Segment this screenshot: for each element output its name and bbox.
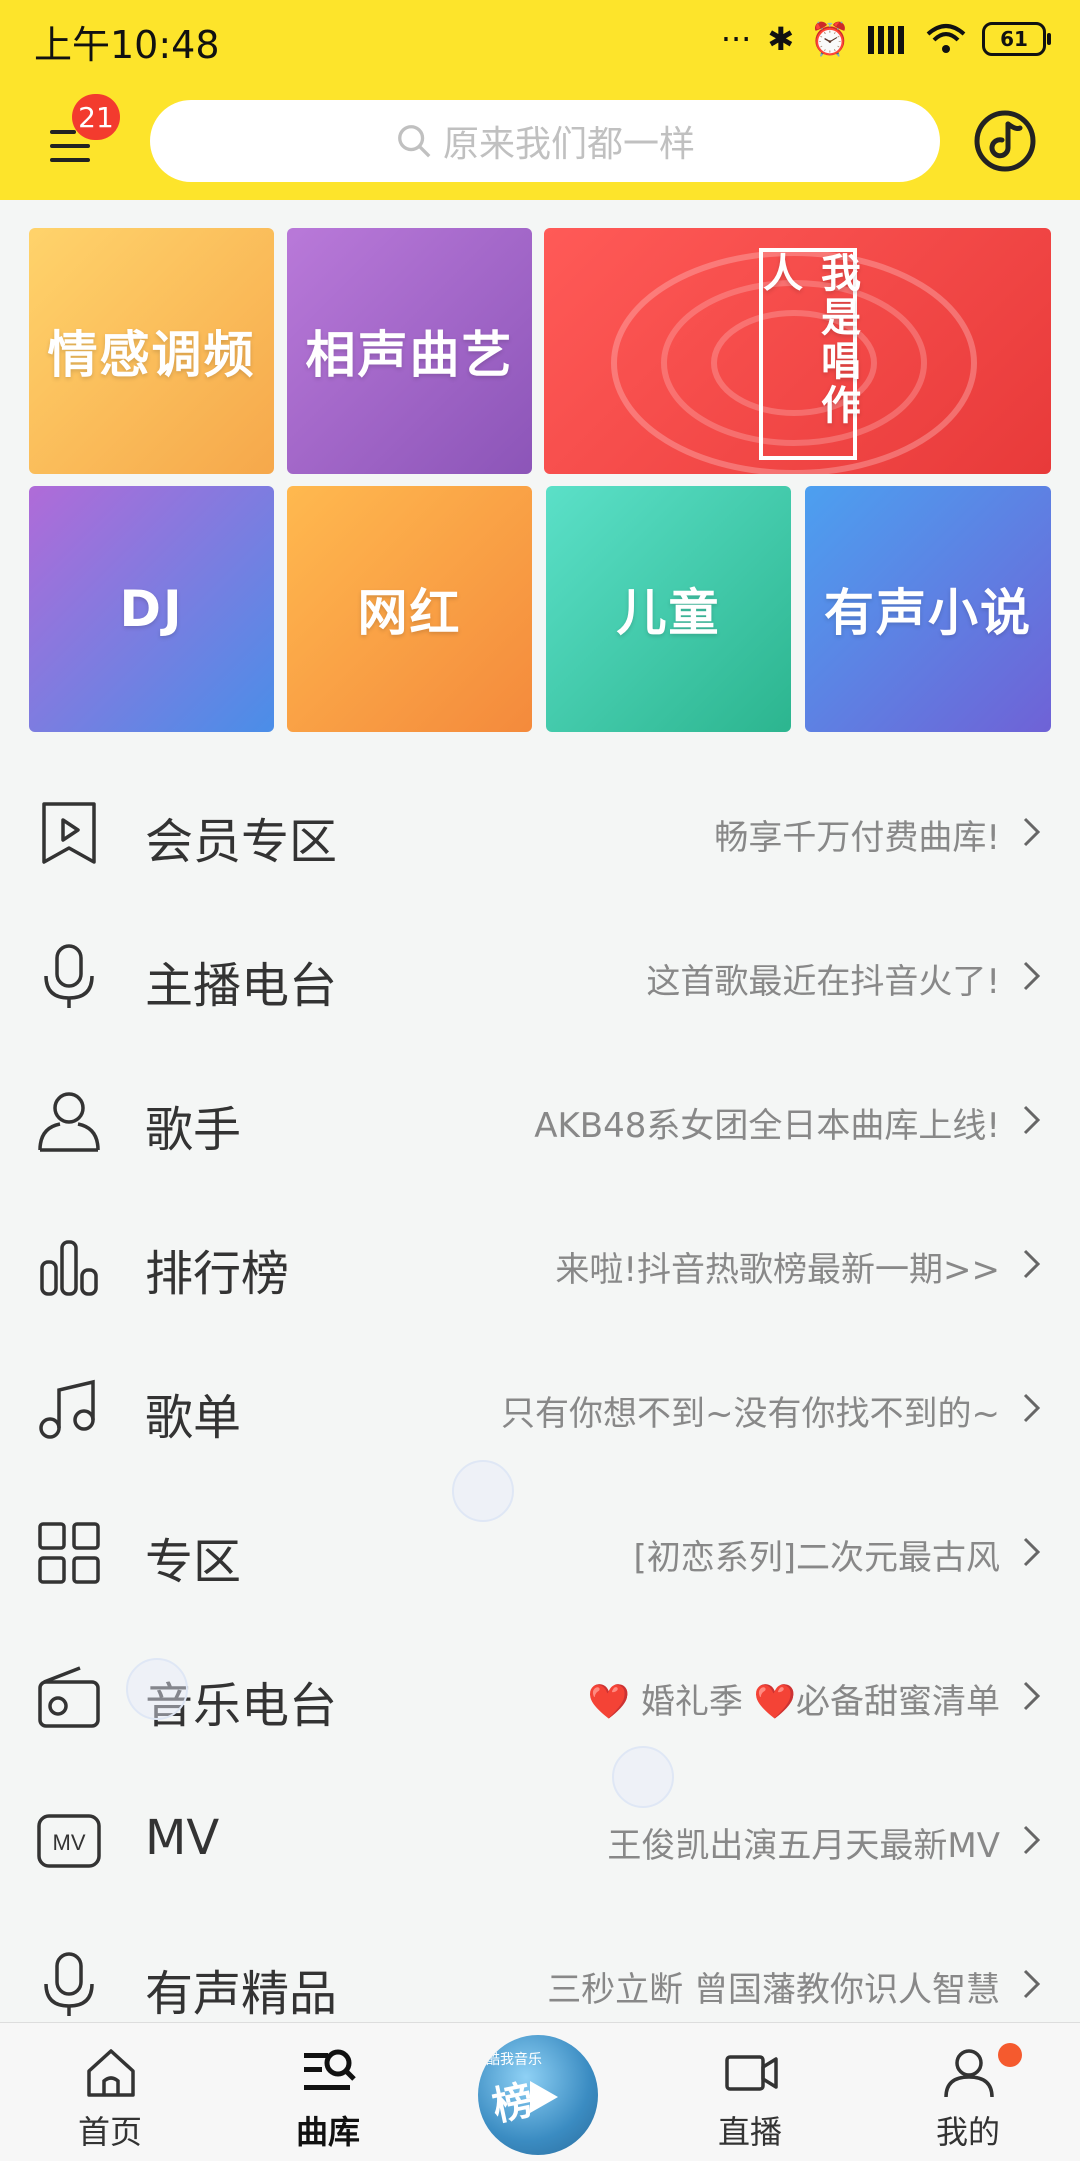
tab-label: 直播: [717, 2113, 782, 2151]
svg-text:MV: MV: [53, 1830, 86, 1855]
tile-label: 情感调频: [47, 326, 256, 384]
tile-children[interactable]: 儿童: [546, 486, 791, 732]
now-playing-button[interactable]: 酷我音乐 榜: [478, 2035, 598, 2155]
chevron-right-icon: [1023, 961, 1041, 991]
touch-ripple: [612, 1746, 674, 1808]
tile-emotion-radio[interactable]: 情感调频: [29, 228, 274, 474]
menu-item-subtitle: ❤️ 婚礼季 ❤️必备甜蜜清单: [587, 1682, 1000, 1722]
notification-badge: 21: [72, 94, 120, 140]
tile-label: 有声小说: [824, 584, 1032, 642]
menu-item-subtitle: 来啦!抖音热歌榜最新一期>>: [555, 1250, 1000, 1290]
banner-logo-text: 我是唱作人: [756, 252, 860, 428]
tab-live[interactable]: 直播: [680, 2023, 820, 2161]
tile-label: DJ: [119, 580, 184, 638]
menu-item-subtitle: AKB48系女团全日本曲库上线!: [534, 1106, 1000, 1146]
chevron-right-icon: [1023, 1681, 1041, 1711]
touch-ripple: [126, 1658, 188, 1720]
tab-home[interactable]: 首页: [40, 2023, 180, 2161]
more-dots-icon: ···: [720, 20, 752, 58]
bottom-tab-bar: 首页 曲库 酷我音乐 榜 直播 我的: [0, 2022, 1080, 2161]
menu-item-subtitle: 畅享千万付费曲库!: [714, 818, 1000, 858]
status-time: 上午10:48: [34, 23, 220, 67]
mv-icon: MV: [37, 1814, 101, 1868]
battery-icon: 61: [982, 22, 1051, 56]
chevron-right-icon: [1023, 1105, 1041, 1135]
menu-item-anchor-radio[interactable]: 主播电台 这首歌最近在抖音火了!: [0, 904, 1080, 1048]
menu-item-zones[interactable]: 专区 [初恋系列]二次元最古风: [0, 1480, 1080, 1624]
menu-item-playlists[interactable]: 歌单 只有你想不到~没有你找不到的~: [0, 1336, 1080, 1480]
menu-item-title: 有声精品: [145, 1966, 338, 2022]
microphone-icon: [44, 944, 94, 1008]
menu-item-title: 会员专区: [145, 814, 338, 870]
search-icon: [398, 125, 431, 158]
signal-icon: [868, 26, 904, 54]
menu-item-subtitle: 这首歌最近在抖音火了!: [646, 962, 1000, 1002]
status-icons: ··· ✱ ⏰ 61: [720, 14, 1051, 64]
menu-item-singers[interactable]: 歌手 AKB48系女团全日本曲库上线!: [0, 1048, 1080, 1192]
music-note-circle-icon: [974, 110, 1036, 172]
music-recognition-button[interactable]: [972, 108, 1038, 174]
top-bar: 21 原来我们都一样: [0, 80, 1080, 200]
tile-label: 儿童: [616, 584, 721, 642]
play-icon: [530, 2081, 558, 2113]
chevron-right-icon: [1023, 1249, 1041, 1279]
menu-item-title: 排行榜: [145, 1246, 290, 1302]
profile-icon: [944, 2049, 994, 2098]
chevron-right-icon: [1023, 1969, 1041, 1999]
tile-singer-songwriter-banner[interactable]: 我是唱作人: [544, 228, 1051, 474]
chevron-right-icon: [1023, 1825, 1041, 1855]
menu-item-title: 歌手: [145, 1102, 242, 1158]
tab-label: 首页: [77, 2113, 142, 2151]
chevron-right-icon: [1023, 1393, 1041, 1423]
tab-label: 曲库: [295, 2113, 360, 2151]
menu-item-title: 歌单: [145, 1390, 242, 1446]
menu-item-charts[interactable]: 排行榜 来啦!抖音热歌榜最新一期>>: [0, 1192, 1080, 1336]
bluetooth-icon: ✱: [767, 20, 795, 58]
menu-item-mv[interactable]: MV MV 王俊凯出演五月天最新MV: [0, 1768, 1080, 1912]
music-notes-icon: [39, 1379, 95, 1439]
menu-item-title: 主播电台: [145, 958, 338, 1014]
menu-item-title: MV: [145, 1810, 220, 1866]
person-icon: [38, 1092, 100, 1152]
video-camera-icon: [725, 2055, 778, 2091]
player-mini-text: 酷我音乐: [486, 2052, 542, 2068]
home-icon: [87, 2049, 135, 2097]
notification-dot: [998, 2043, 1022, 2067]
menu-item-subtitle: 三秒立断 曾国藩教你识人智慧: [547, 1970, 1000, 2010]
chevron-right-icon: [1023, 1537, 1041, 1567]
tab-label: 我的: [935, 2113, 1000, 2151]
menu-item-subtitle: 只有你想不到~没有你找不到的~: [501, 1394, 1000, 1434]
bookmark-play-icon: [42, 802, 96, 864]
tile-dj[interactable]: DJ: [29, 486, 274, 732]
radio-icon: [38, 1666, 100, 1728]
tab-mine[interactable]: 我的: [898, 2023, 1038, 2161]
tab-library[interactable]: 曲库: [258, 2023, 398, 2161]
banner-logo-box: 我是唱作人: [756, 248, 860, 460]
menu-item-subtitle: 王俊凯出演五月天最新MV: [607, 1826, 1000, 1866]
bar-chart-icon: [40, 1240, 98, 1296]
wifi-icon: [926, 24, 966, 53]
menu-item-subtitle: [初恋系列]二次元最古风: [633, 1538, 1000, 1578]
touch-ripple: [452, 1460, 514, 1522]
tile-crosstalk[interactable]: 相声曲艺: [287, 228, 532, 474]
tile-label: 相声曲艺: [305, 326, 514, 384]
search-placeholder: 原来我们都一样: [442, 124, 695, 165]
menu-item-vip-zone[interactable]: 会员专区 畅享千万付费曲库!: [0, 760, 1080, 904]
tile-audio-novel[interactable]: 有声小说: [805, 486, 1051, 732]
microphone-icon: [44, 1952, 94, 2016]
status-bar: 上午10:48 ··· ✱ ⏰ 61: [0, 0, 1080, 80]
grid-icon: [38, 1522, 100, 1584]
battery-level: 61: [1000, 27, 1028, 51]
menu-item-title: 专区: [145, 1534, 242, 1590]
alarm-icon: ⏰: [810, 20, 850, 58]
tile-internet-celebrity[interactable]: 网红: [287, 486, 532, 732]
search-input[interactable]: 原来我们都一样: [150, 100, 940, 182]
tile-label: 网红: [357, 584, 462, 642]
library-search-icon: [304, 2049, 356, 2090]
chevron-right-icon: [1023, 817, 1041, 847]
